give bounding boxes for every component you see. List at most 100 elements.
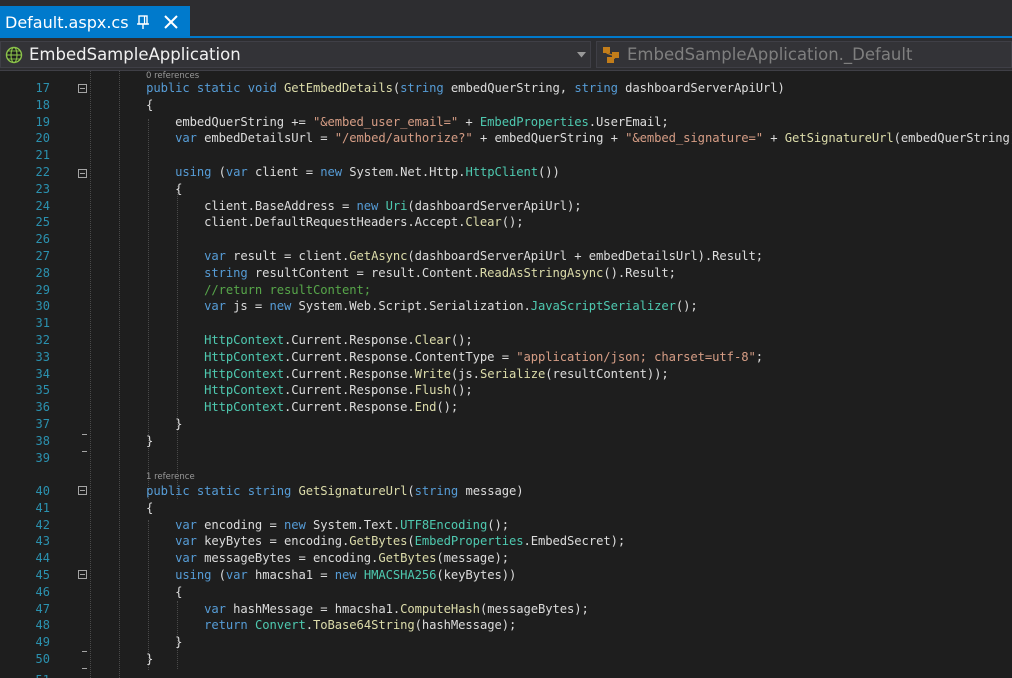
code-line[interactable]: 40 public static string GetSignatureUrl(… xyxy=(0,483,1012,500)
code-line[interactable]: 17 public static void GetEmbedDetails(st… xyxy=(0,80,1012,97)
code-line[interactable]: 41 { xyxy=(0,500,1012,517)
code-token: HttpContext xyxy=(204,366,284,381)
code-token: (); xyxy=(487,517,509,532)
code-token: .EmbedSecret); xyxy=(523,534,626,549)
code-token: EmbedProperties xyxy=(414,534,524,549)
code-line[interactable]: 39 xyxy=(0,450,1012,467)
code-text: var encoding = new System.Text.UTF8Encod… xyxy=(88,517,509,534)
code-token: HttpContext xyxy=(204,400,284,415)
code-line[interactable]: 46 { xyxy=(0,584,1012,601)
code-text: { xyxy=(88,181,182,198)
code-token: string xyxy=(247,483,292,498)
code-token: string xyxy=(574,81,618,95)
close-icon[interactable] xyxy=(162,13,180,31)
code-line[interactable]: 29 //return resultContent; xyxy=(0,282,1012,299)
code-line[interactable]: 34 HttpContext.Current.Response.Write(js… xyxy=(0,366,1012,383)
code-editor[interactable]: 0 references 1 reference 17 public stati… xyxy=(0,71,1012,678)
code-line[interactable]: 27 var result = client.GetAsync(dashboar… xyxy=(0,248,1012,265)
pin-icon[interactable] xyxy=(136,14,150,30)
code-token: using xyxy=(175,567,212,582)
code-token: new xyxy=(283,517,306,532)
code-line[interactable]: 44 var messageBytes = encoding.GetBytes(… xyxy=(0,550,1012,567)
code-line[interactable]: 31 xyxy=(0,315,1012,332)
code-line[interactable]: 42 var encoding = new System.Text.UTF8En… xyxy=(0,517,1012,534)
tab-default-aspx-cs[interactable]: Default.aspx.cs xyxy=(0,6,190,38)
code-token: .Current.Response.ContentType = xyxy=(283,349,517,364)
code-line[interactable]: 51 xyxy=(0,672,1012,678)
code-line[interactable]: 45 using (var hmacsha1 = new HMACSHA256(… xyxy=(0,567,1012,584)
code-token: (); xyxy=(450,333,473,347)
code-token: public xyxy=(146,81,190,95)
type-dropdown-label: EmbedSampleApplication._Default xyxy=(627,45,913,64)
code-line[interactable]: 28 string resultContent = result.Content… xyxy=(0,265,1012,282)
code-token: (); xyxy=(501,215,524,230)
line-number: 42 xyxy=(35,517,50,532)
line-number: 18 xyxy=(35,97,50,112)
code-token: string xyxy=(400,81,444,95)
code-line[interactable]: 38 } xyxy=(0,433,1012,450)
code-line[interactable]: 24 client.BaseAddress = new Uri(dashboar… xyxy=(0,198,1012,215)
code-token: "&embed_signature=" xyxy=(625,131,764,146)
code-token: Write xyxy=(414,366,451,381)
code-line[interactable]: 19 embedQuerString += "&embed_user_email… xyxy=(0,114,1012,131)
code-line[interactable]: 21 xyxy=(0,147,1012,164)
type-dropdown[interactable]: EmbedSampleApplication._Default xyxy=(596,41,1012,68)
code-line[interactable]: 48 return Convert.ToBase64String(hashMes… xyxy=(0,617,1012,634)
chevron-down-icon xyxy=(577,52,586,58)
code-token: return xyxy=(204,618,248,633)
code-line[interactable]: 36 HttpContext.Current.Response.End(); xyxy=(0,399,1012,416)
code-line[interactable]: 22 using (var client = new System.Net.Ht… xyxy=(0,164,1012,181)
code-line[interactable]: 23 { xyxy=(0,181,1012,198)
line-number: 22 xyxy=(35,165,50,179)
code-line[interactable]: 18 { xyxy=(0,97,1012,114)
code-line[interactable]: 20 var embedDetailsUrl = "/embed/authori… xyxy=(0,130,1012,147)
line-number: 35 xyxy=(35,383,50,398)
code-line[interactable]: 25 client.DefaultRequestHeaders.Accept.C… xyxy=(0,214,1012,231)
code-token: string xyxy=(414,483,459,498)
code-line[interactable]: 37 } xyxy=(0,416,1012,433)
code-token: Serialize xyxy=(479,366,546,381)
project-dropdown[interactable]: EmbedSampleApplication xyxy=(0,41,591,68)
code-token: new xyxy=(334,567,357,582)
code-line[interactable]: 26 xyxy=(0,231,1012,248)
code-line[interactable]: 35 HttpContext.Current.Response.Flush(); xyxy=(0,382,1012,399)
line-number: 27 xyxy=(35,249,50,263)
code-token: embedQuerString, xyxy=(443,81,575,95)
code-line[interactable]: 33 HttpContext.Current.Response.ContentT… xyxy=(0,349,1012,366)
code-token: HMACSHA256 xyxy=(363,567,437,582)
code-token: (); xyxy=(675,299,698,314)
codelens-references[interactable]: 1 reference xyxy=(146,472,195,483)
code-token: GetSignatureUrl xyxy=(298,483,408,498)
code-token: (keyBytes)) xyxy=(436,567,517,582)
code-token: ( xyxy=(407,534,415,549)
code-line[interactable]: 49 } xyxy=(0,634,1012,651)
code-token: client.BaseAddress = xyxy=(88,198,357,213)
code-line[interactable]: 47 var hashMessage = hmacsha1.ComputeHas… xyxy=(0,601,1012,618)
code-token: HttpContext xyxy=(204,349,284,364)
code-token: (); xyxy=(436,400,459,415)
code-token: { xyxy=(88,584,183,599)
code-line[interactable]: 43 var keyBytes = encoding.GetBytes(Embe… xyxy=(0,533,1012,550)
code-token: { xyxy=(88,500,154,515)
code-token: string xyxy=(204,265,248,280)
code-token: + xyxy=(763,131,785,146)
code-token: client.DefaultRequestHeaders.Accept. xyxy=(88,215,466,230)
code-line[interactable]: 50 } xyxy=(0,651,1012,668)
code-token: HttpContext xyxy=(204,383,284,398)
code-token: resultContent = result.Content. xyxy=(247,265,480,280)
code-text: HttpContext.Current.Response.Flush(); xyxy=(88,382,473,399)
code-token: HttpContext xyxy=(204,333,284,347)
code-token: EmbedProperties xyxy=(479,114,589,129)
code-token: Flush xyxy=(414,383,451,398)
code-token: hmacsha1 = xyxy=(247,567,335,582)
code-token: End xyxy=(414,400,437,415)
code-line[interactable]: 30 var js = new System.Web.Script.Serial… xyxy=(0,298,1012,315)
code-token: .UserEmail; xyxy=(588,114,669,129)
code-line[interactable]: 32 HttpContext.Current.Response.Clear(); xyxy=(0,332,1012,349)
code-token: ; xyxy=(755,349,763,364)
code-text: using (var hmacsha1 = new HMACSHA256(key… xyxy=(88,567,516,584)
